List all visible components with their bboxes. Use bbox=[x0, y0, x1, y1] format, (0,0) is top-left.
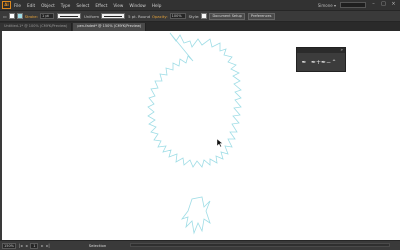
menu-type[interactable]: Type bbox=[61, 3, 71, 8]
pen-tools-panel: » ✒ ✒+ ✒− ⌃ bbox=[296, 47, 346, 72]
stroke-label: Stroke: bbox=[24, 13, 38, 19]
panel-tools: ✒ ✒+ ✒− ⌃ bbox=[297, 53, 345, 73]
minimize-icon[interactable]: – bbox=[370, 2, 377, 8]
maximize-icon[interactable]: □ bbox=[380, 2, 387, 8]
mouse-cursor-icon bbox=[217, 139, 223, 147]
tab-untitled[interactable]: Untitled-1* @ 100% (CMYK/Preview) bbox=[0, 23, 73, 31]
brush-label: 5 pt. Round bbox=[128, 13, 151, 19]
tab-pen-faded[interactable]: pen-faded* @ 150% (CMYK/Preview) bbox=[73, 23, 147, 31]
control-bar: ▭ Stroke: 1 pt Uniform 5 pt. Round Opaci… bbox=[0, 11, 400, 22]
fur-outline-path[interactable] bbox=[147, 32, 242, 168]
delete-anchor-tool-icon[interactable]: ✒− bbox=[321, 59, 331, 67]
path-label: ▭ bbox=[3, 13, 7, 19]
horizontal-scrollbar[interactable] bbox=[130, 243, 390, 247]
opacity-label: Opacity: bbox=[152, 13, 168, 19]
panel-close-icon[interactable]: » bbox=[341, 47, 343, 52]
profile-label: Uniform bbox=[83, 13, 100, 19]
menu-bar: Ai File Edit Object Type Select Effect V… bbox=[0, 0, 400, 11]
variable-width-profile[interactable] bbox=[56, 13, 81, 19]
zoom-field[interactable]: 150% bbox=[2, 242, 16, 249]
style-label: Style: bbox=[188, 13, 200, 19]
last-page-icon[interactable]: ▸| bbox=[46, 243, 49, 248]
menu-select[interactable]: Select bbox=[76, 3, 89, 8]
convert-anchor-tool-icon[interactable]: ⌃ bbox=[331, 59, 337, 67]
search-input[interactable] bbox=[340, 2, 366, 8]
next-page-icon[interactable]: ▸ bbox=[41, 243, 43, 248]
style-swatch[interactable] bbox=[201, 13, 208, 19]
stroke-weight-field[interactable]: 1 pt bbox=[39, 13, 54, 19]
brush-definition[interactable] bbox=[101, 13, 126, 19]
menu-window[interactable]: Window bbox=[129, 3, 146, 8]
fur-tail-path[interactable] bbox=[180, 196, 211, 235]
menu-edit[interactable]: Edit bbox=[27, 3, 35, 8]
status-text: Selection bbox=[88, 243, 107, 248]
panel-header[interactable]: » bbox=[297, 47, 345, 53]
opacity-field[interactable]: 100% bbox=[169, 13, 186, 19]
menu-file[interactable]: File bbox=[14, 3, 21, 8]
document-setup-button[interactable]: Document Setup bbox=[209, 12, 245, 20]
page-field[interactable]: 1 bbox=[30, 242, 39, 249]
document-tabs: Untitled-1* @ 100% (CMYK/Preview) pen-fa… bbox=[0, 22, 400, 31]
workspace-switcher[interactable]: Simone ▾ bbox=[318, 3, 336, 8]
menu-view[interactable]: View bbox=[113, 3, 123, 8]
first-page-icon[interactable]: |◂ bbox=[19, 243, 22, 248]
prev-page-icon[interactable]: ◂ bbox=[25, 243, 27, 248]
menu-effect[interactable]: Effect bbox=[95, 3, 107, 8]
menu-object[interactable]: Object bbox=[41, 3, 55, 8]
close-icon[interactable]: × bbox=[390, 2, 397, 8]
menu-help[interactable]: Help bbox=[152, 3, 162, 8]
app-logo-icon[interactable]: Ai bbox=[2, 1, 11, 9]
add-anchor-tool-icon[interactable]: ✒+ bbox=[311, 59, 321, 67]
fill-swatch[interactable] bbox=[8, 13, 15, 19]
preferences-button[interactable]: Preferences bbox=[247, 12, 275, 20]
pen-tool-icon[interactable]: ✒ bbox=[301, 59, 307, 67]
stroke-swatch[interactable] bbox=[16, 13, 23, 19]
